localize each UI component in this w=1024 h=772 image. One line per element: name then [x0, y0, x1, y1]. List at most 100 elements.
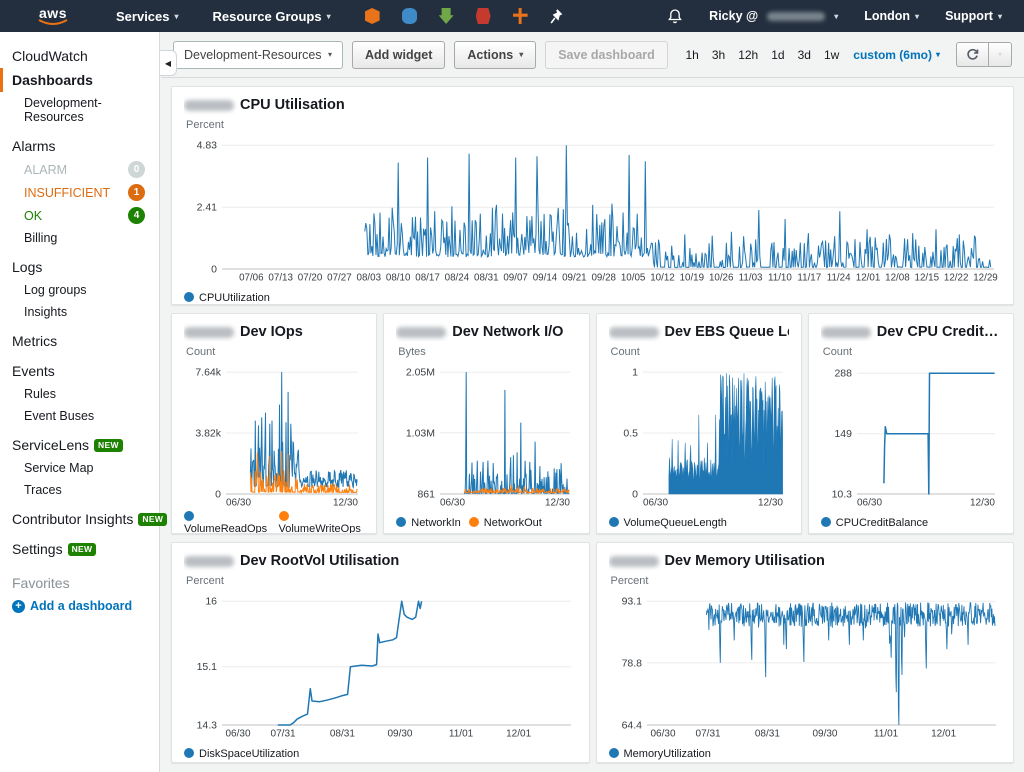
refresh-icon	[966, 48, 979, 61]
legend-item[interactable]: DiskSpaceUtilization	[184, 748, 299, 760]
svg-text:7.64k: 7.64k	[195, 367, 221, 379]
red-service-icon[interactable]	[476, 8, 491, 24]
chart-legend[interactable]: DiskSpaceUtilization	[184, 746, 577, 762]
chart-legend[interactable]: VolumeQueueLength	[609, 515, 789, 531]
dev-memory-utilisation-chart[interactable]: 93.178.864.406/3007/3108/3109/3011/0112/…	[609, 588, 1003, 740]
widget-dev-iops[interactable]: Dev IOps Count 7.64k3.82k006/3012/30 Vol…	[171, 313, 377, 534]
sidebar-item-servicelens[interactable]: ServiceLensNEW	[0, 433, 159, 457]
legend-label: NetworkIn	[411, 517, 461, 529]
svg-text:09/07: 09/07	[503, 273, 528, 284]
rds-service-icon[interactable]	[402, 8, 417, 24]
dashboard-toolbar: Development-Resources▾ Add widget Action…	[161, 32, 1024, 78]
legend-item[interactable]: MemoryUtilization	[609, 748, 711, 760]
ec2-service-icon[interactable]	[365, 8, 380, 24]
dev-cpu-credit-balance-chart[interactable]: 28814910.306/3012/30	[821, 359, 1002, 509]
time-range-1w[interactable]: 1w	[824, 48, 839, 62]
dev-ebs-queue-length-chart[interactable]: 10.5006/3012/30	[609, 359, 790, 509]
time-range-3h[interactable]: 3h	[712, 48, 725, 62]
chart-legend[interactable]: CPUUtilization	[184, 290, 1001, 305]
refresh-button[interactable]	[956, 42, 988, 67]
chart-legend[interactable]: MemoryUtilization	[609, 746, 1002, 762]
chart-legend[interactable]: VolumeReadOpsVolumeWriteOps	[184, 515, 364, 531]
notifications-bell-icon[interactable]	[667, 8, 683, 25]
pin-icon[interactable]	[550, 9, 564, 24]
add-widget-button[interactable]: Add widget	[352, 41, 445, 69]
sidebar-item-events[interactable]: Events	[0, 359, 159, 383]
legend-item[interactable]: VolumeQueueLength	[609, 517, 727, 529]
dashboard-grid: CPU Utilisation Percent 4.832.41007/0607…	[161, 78, 1024, 763]
svg-text:08/17: 08/17	[415, 273, 440, 284]
time-range-12h[interactable]: 12h	[738, 48, 758, 62]
legend-item[interactable]: VolumeWriteOps	[279, 511, 365, 534]
redacted-instance-name	[821, 327, 871, 338]
aws-smile-icon	[38, 19, 68, 26]
custom-time-range-dropdown[interactable]: custom (6mo)▾	[853, 48, 940, 62]
resource-groups-menu[interactable]: Resource Groups▾	[213, 9, 331, 24]
sidebar-item-log-groups[interactable]: Log groups	[0, 279, 159, 301]
widget-dev-cpu-credit-balance[interactable]: Dev CPU Credit Balance Count 28814910.30…	[808, 313, 1014, 534]
orange-service-icon[interactable]	[513, 8, 528, 24]
sidebar-item-insufficient-state[interactable]: INSUFFICIENT 1	[0, 181, 159, 204]
sidebar-item-alarm-state[interactable]: ALARM 0	[0, 158, 159, 181]
green-service-icon[interactable]	[439, 8, 454, 24]
svg-text:11/17: 11/17	[797, 273, 821, 284]
widget-dev-network-io[interactable]: Dev Network I/O Bytes 2.05M1.03M86106/30…	[383, 313, 589, 534]
time-range-1h[interactable]: 1h	[685, 48, 698, 62]
region-menu[interactable]: London▾	[864, 9, 919, 23]
sidebar-item-service-map[interactable]: Service Map	[0, 457, 159, 479]
svg-text:2.05M: 2.05M	[406, 367, 435, 379]
sidebar-item-cloudwatch[interactable]: CloudWatch	[0, 44, 159, 68]
legend-item[interactable]: VolumeReadOps	[184, 511, 271, 534]
widget-title: CPU Utilisation	[240, 97, 345, 113]
legend-item[interactable]: CPUCreditBalance	[821, 517, 928, 529]
account-menu[interactable]: Ricky @▾	[709, 9, 838, 23]
sidebar-item-contributor-insights[interactable]: Contributor InsightsNEW	[0, 507, 159, 531]
chevron-down-icon: ▾	[328, 50, 332, 59]
sidebar-item-rules[interactable]: Rules	[0, 383, 159, 405]
legend-item[interactable]: NetworkIn	[396, 517, 461, 529]
sidebar-item-settings[interactable]: SettingsNEW	[0, 537, 159, 561]
plus-icon: +	[12, 600, 25, 613]
refresh-options-dropdown[interactable]: ▾	[988, 42, 1012, 67]
svg-text:12/30: 12/30	[757, 498, 782, 509]
support-menu[interactable]: Support▾	[945, 9, 1002, 23]
chart-legend[interactable]: CPUCreditBalance	[821, 515, 1001, 531]
aws-logo[interactable]: aws	[36, 7, 70, 26]
dev-rootvol-utilisation-chart[interactable]: 1615.114.306/3007/3108/3109/3011/0112/01	[184, 588, 578, 740]
new-badge: NEW	[94, 439, 123, 452]
sidebar-item-event-buses[interactable]: Event Buses	[0, 405, 159, 427]
add-a-dashboard-link[interactable]: + Add a dashboard	[0, 597, 159, 615]
dev-iops-chart[interactable]: 7.64k3.82k006/3012/30	[184, 359, 365, 509]
ok-count-badge: 4	[128, 207, 145, 224]
sidebar-item-dashboards[interactable]: Dashboards	[0, 68, 159, 92]
sidebar-item-insights[interactable]: Insights	[0, 301, 159, 323]
svg-text:10.3: 10.3	[831, 489, 852, 501]
sidebar-item-billing[interactable]: Billing	[0, 227, 159, 249]
sidebar-item-logs[interactable]: Logs	[0, 255, 159, 279]
sidebar-item-alarms[interactable]: Alarms	[0, 134, 159, 158]
sidebar-item-traces[interactable]: Traces	[0, 479, 159, 501]
legend-item[interactable]: CPUUtilization	[184, 292, 270, 304]
time-range-1d[interactable]: 1d	[771, 48, 784, 62]
cpu-utilisation-chart[interactable]: 4.832.41007/0607/1307/2007/2708/0308/100…	[184, 132, 1001, 284]
dashboard-selector-dropdown[interactable]: Development-Resources▾	[173, 41, 343, 69]
chevron-down-icon: ▾	[998, 12, 1002, 21]
sidebar-collapse-button[interactable]: ◀	[160, 50, 177, 76]
legend-item[interactable]: NetworkOut	[469, 517, 542, 529]
svg-text:07/06: 07/06	[239, 273, 264, 284]
widget-dev-ebs-queue-length[interactable]: Dev EBS Queue Length Count 10.5006/3012/…	[596, 313, 802, 534]
svg-text:06/30: 06/30	[226, 498, 251, 509]
dev-network-io-chart[interactable]: 2.05M1.03M86106/3012/30	[396, 359, 577, 509]
chart-legend[interactable]: NetworkIn NetworkOut	[396, 515, 576, 531]
services-menu[interactable]: Services▾	[116, 9, 179, 24]
widget-dev-memory-utilisation[interactable]: Dev Memory Utilisation Percent 93.178.86…	[596, 542, 1015, 763]
time-range-3d[interactable]: 3d	[798, 48, 811, 62]
actions-dropdown-button[interactable]: Actions▾	[454, 41, 536, 69]
sidebar-item-metrics[interactable]: Metrics	[0, 329, 159, 353]
legend-label: NetworkOut	[484, 517, 542, 529]
widget-cpu-utilisation[interactable]: CPU Utilisation Percent 4.832.41007/0607…	[171, 86, 1014, 305]
sidebar-item-ok-state[interactable]: OK 4	[0, 204, 159, 227]
widget-dev-rootvol-utilisation[interactable]: Dev RootVol Utilisation Percent 1615.114…	[171, 542, 590, 763]
sidebar-item-development-resources[interactable]: Development-Resources	[0, 92, 159, 128]
svg-text:149: 149	[834, 428, 852, 440]
